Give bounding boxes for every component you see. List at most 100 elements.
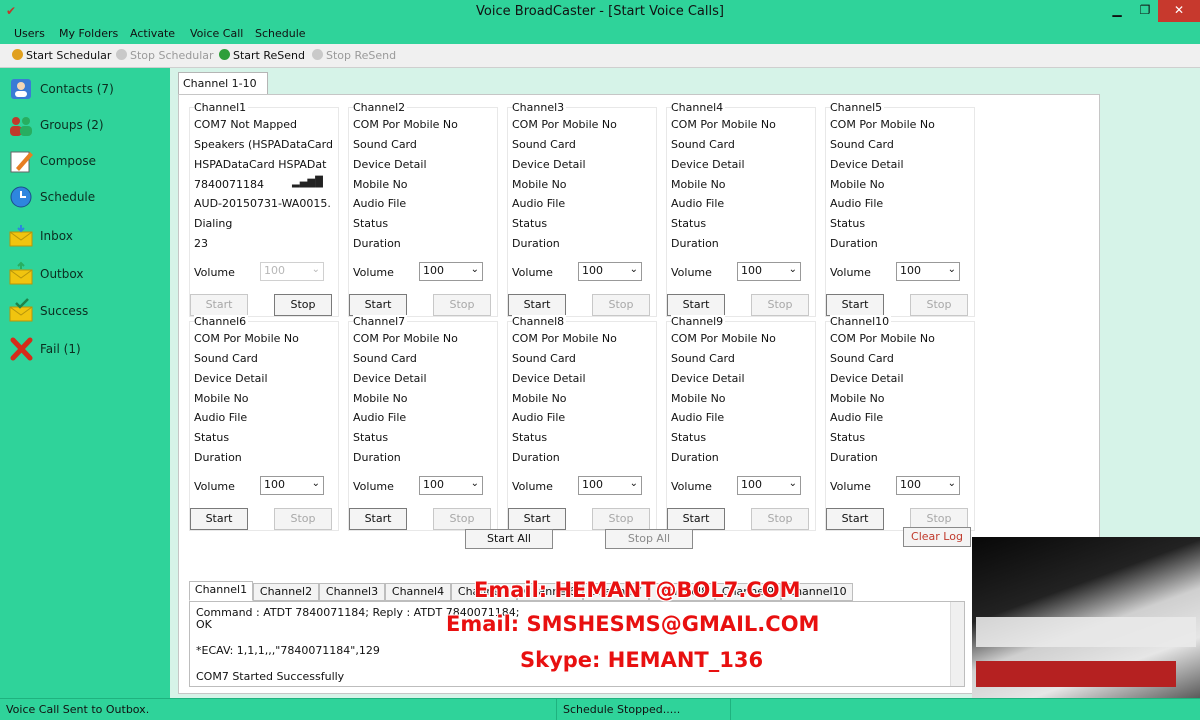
- channel-field: Sound Card: [512, 352, 576, 365]
- channel-stop-button[interactable]: Stop: [592, 508, 650, 530]
- channel-start-button[interactable]: Start: [667, 508, 725, 530]
- maximize-button[interactable]: ❐: [1130, 0, 1160, 22]
- channel-stop-button[interactable]: Stop: [274, 294, 332, 316]
- channel-title: Channel9: [671, 315, 726, 328]
- channel-field: Device Detail: [194, 372, 268, 385]
- sidebar: Contacts (7) Groups (2) Compose Schedule…: [0, 68, 170, 698]
- volume-select[interactable]: 100 ⌄: [419, 262, 483, 281]
- sidebar-item-outbox[interactable]: Outbox: [8, 259, 168, 289]
- channel-stop-button[interactable]: Stop: [433, 294, 491, 316]
- channel-stop-button[interactable]: Stop: [433, 508, 491, 530]
- clear-log-button[interactable]: Clear Log: [903, 527, 971, 547]
- channel-title: Channel10: [830, 315, 892, 328]
- close-button[interactable]: ✕: [1158, 0, 1200, 22]
- menu-activate[interactable]: Activate: [130, 27, 175, 40]
- sidebar-item-fail[interactable]: Fail (1): [8, 334, 168, 364]
- channel-title: Channel7: [353, 315, 408, 328]
- sidebar-item-inbox[interactable]: Inbox: [8, 221, 168, 251]
- sidebar-item-compose[interactable]: Compose: [8, 146, 168, 176]
- volume-select[interactable]: 100 ⌄: [896, 262, 960, 281]
- channel-start-button[interactable]: Start: [826, 294, 884, 316]
- channel-start-button[interactable]: Start: [349, 508, 407, 530]
- channel-field: Sound Card: [671, 138, 735, 151]
- volume-label: Volume: [671, 266, 712, 279]
- volume-select[interactable]: 100 ⌄: [737, 262, 801, 281]
- log-scrollbar[interactable]: [950, 602, 964, 686]
- menu-schedule[interactable]: Schedule: [255, 27, 306, 40]
- channel-field: Audio File: [830, 411, 884, 424]
- volume-label: Volume: [512, 266, 553, 279]
- channel-field: Mobile No: [512, 392, 567, 405]
- volume-value: 100: [582, 478, 603, 491]
- channel-field: Audio File: [353, 197, 407, 210]
- channel-field: Status: [512, 217, 548, 230]
- menu-bar: Users My Folders Activate Voice Call Sch…: [0, 24, 1200, 44]
- start-resend-button[interactable]: Start ReSend: [219, 49, 305, 62]
- log-tab-channel2[interactable]: Channel2: [253, 583, 319, 601]
- channel-stop-button[interactable]: Stop: [592, 294, 650, 316]
- chevron-down-icon: ⌄: [311, 264, 320, 275]
- volume-select[interactable]: 100 ⌄: [578, 262, 642, 281]
- channel-field: Sound Card: [512, 138, 576, 151]
- log-line: COM7 Started Successfully: [196, 670, 345, 683]
- channel-start-button[interactable]: Start: [349, 294, 407, 316]
- channel-stop-button[interactable]: Stop: [751, 508, 809, 530]
- channel-start-button[interactable]: Start: [667, 294, 725, 316]
- volume-select[interactable]: 100 ⌄: [419, 476, 483, 495]
- channel-card-5: Channel5 COM Por Mobile No Sound Card Devic…: [825, 101, 975, 317]
- volume-select[interactable]: 100 ⌄: [260, 476, 324, 495]
- channel-field: COM7 Not Mapped: [194, 118, 298, 131]
- channel-start-button[interactable]: Start: [508, 508, 566, 530]
- log-tab-channel3[interactable]: Channel3: [319, 583, 385, 601]
- status-bar: Voice Call Sent to Outbox. Schedule Stop…: [0, 698, 1200, 720]
- channel-field: COM Por Mobile No: [353, 118, 458, 131]
- volume-value: 100: [900, 264, 921, 277]
- log-tab-channel4[interactable]: Channel4: [385, 583, 451, 601]
- menu-voice-call[interactable]: Voice Call: [190, 27, 243, 40]
- channel-stop-button[interactable]: Stop: [274, 508, 332, 530]
- channel-field: Device Detail: [671, 158, 745, 171]
- channel-title: Channel3: [512, 101, 567, 114]
- sidebar-item-success[interactable]: Success: [8, 296, 168, 326]
- channel-stop-button[interactable]: Stop: [910, 294, 968, 316]
- channel-start-button[interactable]: Start: [508, 294, 566, 316]
- sidebar-item-schedule[interactable]: Schedule: [8, 182, 168, 212]
- channel-start-button[interactable]: Start: [190, 508, 248, 530]
- minimize-button[interactable]: ▁: [1102, 0, 1132, 22]
- volume-label: Volume: [830, 266, 871, 279]
- channel-start-button[interactable]: Start: [826, 508, 884, 530]
- channel-field: Duration: [512, 451, 560, 464]
- menu-users[interactable]: Users: [14, 27, 45, 40]
- tab-channel-1-10[interactable]: Channel 1-10: [178, 72, 268, 94]
- channel-field: Duration: [194, 451, 242, 464]
- volume-label: Volume: [512, 480, 553, 493]
- fail-icon: [10, 337, 33, 361]
- chevron-down-icon: ⌄: [788, 478, 797, 489]
- volume-select[interactable]: 100 ⌄: [737, 476, 801, 495]
- channel-start-button[interactable]: Start: [190, 294, 248, 316]
- channel-field: Sound Card: [830, 138, 894, 151]
- volume-label: Volume: [194, 266, 235, 279]
- channel-field: COM Por Mobile No: [671, 118, 776, 131]
- title-bar: ✔ Voice BroadCaster - [Start Voice Calls…: [0, 0, 1200, 24]
- log-tab-channel1[interactable]: Channel1: [189, 581, 253, 601]
- channel-field: Mobile No: [671, 178, 726, 191]
- sidebar-item-contacts[interactable]: Contacts (7): [8, 74, 168, 104]
- volume-select[interactable]: 100 ⌄: [578, 476, 642, 495]
- start-schedular-button[interactable]: Start Schedular: [12, 49, 111, 62]
- channel-field: Mobile No: [353, 392, 408, 405]
- sidebar-item-groups[interactable]: Groups (2): [8, 110, 168, 140]
- start-all-button[interactable]: Start All: [465, 529, 553, 549]
- channel-stop-button[interactable]: Stop: [751, 294, 809, 316]
- menu-my-folders[interactable]: My Folders: [59, 27, 118, 40]
- volume-select[interactable]: 100 ⌄: [896, 476, 960, 495]
- volume-label: Volume: [194, 480, 235, 493]
- volume-select[interactable]: 100 ⌄: [260, 262, 324, 281]
- channel-field: Mobile No: [512, 178, 567, 191]
- log-line: *ECAV: 1,1,1,,,"7840071184",129: [196, 644, 380, 657]
- channel-field: Audio File: [512, 411, 566, 424]
- stop-resend-button[interactable]: Stop ReSend: [312, 49, 396, 62]
- stop-all-button[interactable]: Stop All: [605, 529, 693, 549]
- stop-schedular-button[interactable]: Stop Schedular: [116, 49, 214, 62]
- chevron-down-icon: ⌄: [470, 264, 479, 275]
